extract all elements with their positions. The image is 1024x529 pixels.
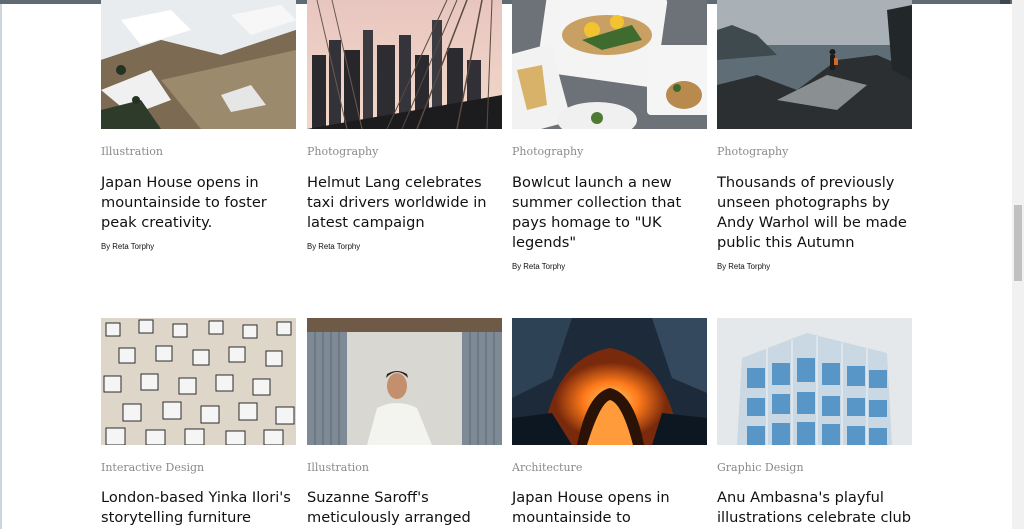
article-title[interactable]: Helmut Lang celebrates taxi drivers worl… xyxy=(307,173,507,233)
article-title[interactable]: Suzanne Saroff's meticulously arranged xyxy=(307,488,507,528)
man-in-container-photo[interactable] xyxy=(307,318,502,445)
article-title[interactable]: Thousands of previously unseen photograp… xyxy=(717,173,917,253)
article-title[interactable]: Anu Ambasna's playful illustrations cele… xyxy=(717,488,917,528)
window-edge-marker xyxy=(1000,0,1010,4)
beach-chairs-photo[interactable] xyxy=(101,318,296,445)
article-title[interactable]: Bowlcut launch a new summer collection t… xyxy=(512,173,712,253)
article-category[interactable]: Illustration xyxy=(307,461,369,474)
glass-building-photo[interactable] xyxy=(717,318,912,445)
article-category[interactable]: Illustration xyxy=(101,145,163,158)
article-category[interactable]: Architecture xyxy=(512,461,582,474)
scrollbar-thumb[interactable] xyxy=(1014,205,1022,281)
article-category[interactable]: Photography xyxy=(512,145,583,158)
article-byline[interactable]: By Reta Torphy xyxy=(307,242,360,251)
article-title[interactable]: London-based Yinka Ilori's storytelling … xyxy=(101,488,301,528)
article-category[interactable]: Interactive Design xyxy=(101,461,204,474)
food-plates-photo[interactable] xyxy=(512,0,707,129)
article-title[interactable]: Japan House opens in mountainside to xyxy=(512,488,712,528)
city-bridge-photo[interactable] xyxy=(307,0,502,129)
article-title[interactable]: Japan House opens in mountainside to fos… xyxy=(101,173,301,233)
article-byline[interactable]: By Reta Torphy xyxy=(512,262,565,271)
glowing-tunnel-photo[interactable] xyxy=(512,318,707,445)
vertical-scrollbar[interactable] xyxy=(1012,0,1024,529)
page-left-edge xyxy=(0,4,2,529)
coastal-hiker-photo[interactable] xyxy=(717,0,912,129)
article-byline[interactable]: By Reta Torphy xyxy=(101,242,154,251)
article-category[interactable]: Photography xyxy=(307,145,378,158)
snowy-mountain-photo[interactable] xyxy=(101,0,296,129)
article-category[interactable]: Graphic Design xyxy=(717,461,804,474)
article-category[interactable]: Photography xyxy=(717,145,788,158)
article-byline[interactable]: By Reta Torphy xyxy=(717,262,770,271)
